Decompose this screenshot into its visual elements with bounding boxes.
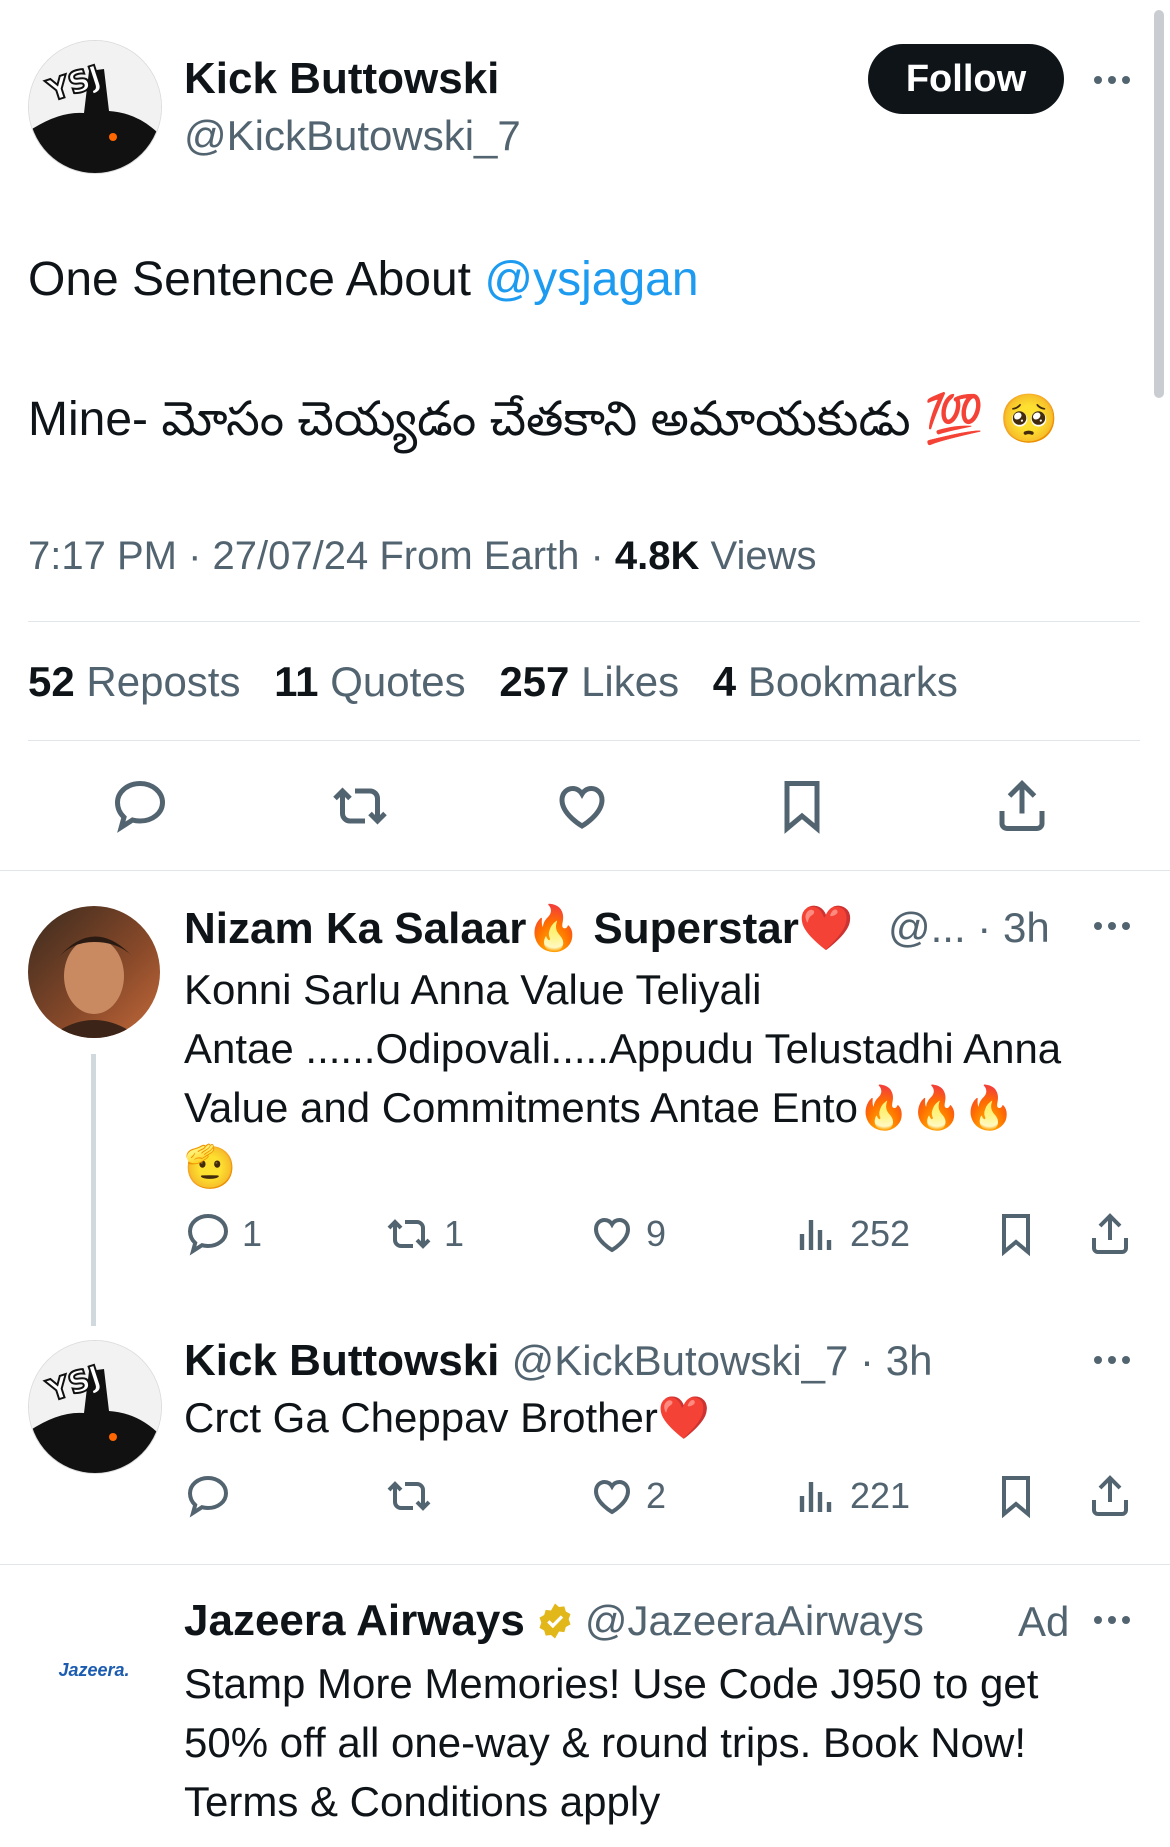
views-label: Views (710, 534, 817, 578)
likes-stat[interactable]: 257 Likes (499, 658, 679, 705)
reply2-like-action[interactable]: 2 (588, 1472, 666, 1520)
repost-icon (387, 1219, 431, 1249)
bookmark-icon[interactable] (992, 1210, 1040, 1258)
reply1-handle-time[interactable]: @... · 3h (888, 904, 1050, 952)
share-icon[interactable] (1086, 1210, 1134, 1258)
reply2-author-name[interactable]: Kick Buttowski (184, 1336, 499, 1385)
divider (0, 1564, 1170, 1565)
quotes-stat[interactable]: 11 Quotes (274, 658, 466, 705)
tweet-stats: 52 Reposts 11 Quotes 257 Likes 4 Bookmar… (28, 658, 958, 706)
reply1-reply-action[interactable]: 1 (184, 1210, 262, 1258)
author-handle[interactable]: @KickButowski_7 (184, 112, 521, 160)
like-icon[interactable] (552, 776, 612, 836)
ad-text-line: Terms & Conditions apply (184, 1778, 661, 1825)
reply2-avatar[interactable]: YSJ (28, 1340, 162, 1474)
reply2-like-count: 2 (646, 1475, 667, 1516)
bookmark-icon[interactable] (992, 1472, 1040, 1520)
bookmark-icon[interactable] (772, 776, 832, 836)
mention-link[interactable]: @ysjagan (484, 253, 698, 306)
reply-icon (187, 1475, 229, 1518)
reply2-header: Kick Buttowski @KickButowski_7 · 3h (184, 1336, 932, 1386)
more-icon[interactable] (1094, 1356, 1130, 1364)
reply1-views-action[interactable]: 252 (792, 1210, 910, 1258)
reply1-text-line: 🫡 (184, 1143, 237, 1190)
ad-text-line: Stamp More Memories! Use Code J950 to ge… (184, 1660, 1039, 1707)
share-icon[interactable] (1086, 1472, 1134, 1520)
ad-author-name[interactable]: Jazeera Airways (184, 1596, 525, 1646)
tweet-emojis: 💯 🥺 (924, 391, 1059, 447)
share-icon[interactable] (992, 776, 1052, 836)
reply1-views-count: 252 (850, 1213, 911, 1254)
author-name[interactable]: Kick Buttowski (184, 54, 499, 104)
ad-header: Jazeera Airways @JazeeraAirways (184, 1596, 924, 1646)
follow-button[interactable]: Follow (868, 44, 1064, 114)
reply2-reply-action[interactable] (184, 1472, 232, 1520)
author-avatar[interactable]: YSJ (28, 40, 162, 174)
views-icon (799, 1220, 832, 1250)
reply1-text: Konni Sarlu Anna Value Teliyali Antae ..… (184, 960, 1061, 1196)
more-icon[interactable] (1094, 76, 1130, 84)
reply1-author-name[interactable]: Nizam Ka Salaar🔥 Superstar❤️ (184, 902, 854, 954)
tweet-text-telugu: Mine- మోసం చెయ్యడం చేతకాని అమాయకుడు (28, 393, 911, 446)
reply2-handle-time[interactable]: @KickButowski_7 · 3h (512, 1337, 933, 1384)
ad-handle[interactable]: @JazeeraAirways (585, 1597, 924, 1645)
divider (0, 870, 1170, 871)
more-icon[interactable] (1094, 922, 1130, 930)
divider (28, 621, 1140, 622)
reply1-repost-action[interactable]: 1 (384, 1210, 464, 1258)
reply2-text: Crct Ga Cheppav Brother❤️ (184, 1394, 711, 1441)
reply1-reply-count: 1 (242, 1213, 263, 1254)
ad-text: Stamp More Memories! Use Code J950 to ge… (184, 1654, 1038, 1831)
repost-icon (387, 1481, 431, 1511)
like-icon (593, 1217, 631, 1253)
like-icon (593, 1479, 631, 1515)
tweet-text-line2: Mine- మోసం చెయ్యడం చేతకాని అమాయకుడు 💯 🥺 (28, 390, 1059, 459)
scrollbar[interactable] (1154, 10, 1164, 398)
reply2-views-count: 221 (850, 1475, 911, 1516)
more-icon[interactable] (1094, 1616, 1130, 1624)
follow-button-label: Follow (905, 57, 1027, 100)
reply-icon (187, 1213, 229, 1256)
tweet-meta: 7:17 PM · 27/07/24 From Earth · 4.8K Vie… (28, 534, 817, 578)
tweet-text-line1: One Sentence About @ysjagan (28, 252, 699, 307)
repost-icon[interactable] (330, 776, 390, 836)
views-icon (799, 1482, 832, 1512)
ad-logo-text: Jazeera. (58, 1659, 130, 1680)
divider (28, 740, 1140, 741)
reply1-repost-count: 1 (444, 1213, 465, 1254)
verified-icon (539, 1603, 571, 1639)
reply2-repost-action[interactable] (384, 1472, 434, 1520)
ad-label: Ad (1018, 1598, 1070, 1645)
reply-icon[interactable] (110, 776, 170, 836)
ad-text-line: 50% off all one-way & round trips. Book … (184, 1719, 1026, 1766)
tweet-date-source[interactable]: 27/07/24 From Earth (213, 534, 580, 578)
reposts-stat[interactable]: 52 Reposts (28, 658, 240, 705)
reply-thread-line (91, 1054, 96, 1326)
reply1-avatar[interactable] (28, 906, 160, 1038)
tweet-text: One Sentence About (28, 253, 485, 306)
reply1-like-count: 9 (646, 1213, 667, 1254)
reply1-like-action[interactable]: 9 (588, 1210, 666, 1258)
reply1-text-line: Konni Sarlu Anna Value Teliyali (184, 966, 762, 1013)
reply2-views-action[interactable]: 221 (792, 1472, 910, 1520)
views-count: 4.8K (614, 534, 700, 578)
reply1-text-line: Antae ......Odipovali.....Appudu Telusta… (184, 1025, 1062, 1072)
ad-logo[interactable]: Jazeera. (28, 1604, 160, 1736)
reply1-text-line: Value and Commitments Antae Ento🔥🔥🔥 (184, 1084, 1015, 1131)
bookmarks-stat[interactable]: 4 Bookmarks (713, 658, 958, 705)
tweet-time[interactable]: 7:17 PM (28, 534, 177, 578)
